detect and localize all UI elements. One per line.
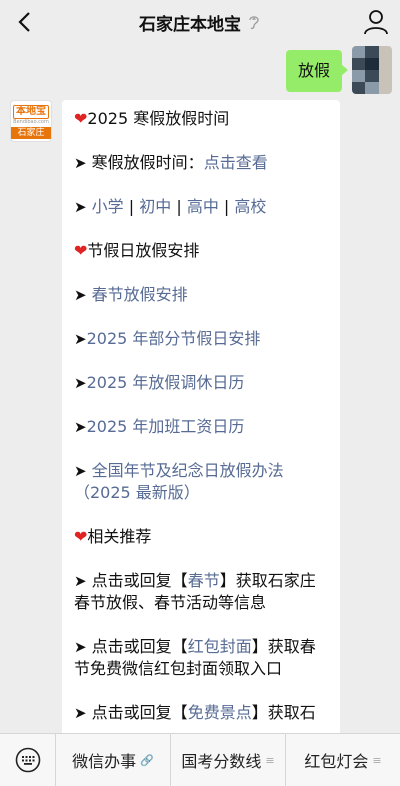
link-holiday-calendar[interactable]: 2025 年放假调休日历 (87, 373, 245, 392)
arrow-icon: ➤ (74, 154, 87, 172)
link-university[interactable]: 高校 (234, 197, 266, 216)
top-navigation-bar: 石家庄本地宝 (0, 0, 400, 44)
avatar-logo-text: 本地宝 (13, 105, 49, 119)
holidays-2025-row: ➤2025 年部分节假日安排 (74, 328, 328, 350)
menu-item-lantern-fair[interactable]: 红包灯会 ≡ (285, 734, 400, 786)
heading-holiday-arrangement: ❤节假日放假安排 (74, 241, 200, 260)
reply-red-packet-row: ➤ 点击或回复【红包封面】获取春 节免费微信红包封面领取入口 (74, 637, 316, 678)
menu-list-icon: ≡ (372, 753, 382, 767)
self-avatar[interactable] (352, 46, 392, 94)
arrow-icon: ➤ (74, 462, 87, 480)
keyboard-icon[interactable] (0, 734, 56, 786)
arrow-icon: ➤ (74, 572, 87, 590)
title-group: 石家庄本地宝 (0, 0, 400, 44)
received-message-bubble: ❤2025 寒假放假时间 ➤ 寒假放假时间：点击查看 ➤ 小学 | 初中 | 高… (62, 100, 340, 740)
menu-item-wechat-service[interactable]: 微信办事 🔗 (56, 734, 170, 786)
link-spring-festival[interactable]: 春节放假安排 (92, 285, 188, 304)
arrow-icon: ➤ (74, 638, 87, 656)
heading-winter-break: ❤2025 寒假放假时间 (74, 109, 230, 128)
link-red-packet-cover[interactable]: 红包封面 (188, 637, 252, 656)
national-rules-row: ➤ 全国年节及纪念日放假办法 （2025 最新版） (74, 460, 328, 504)
link-holidays-2025[interactable]: 2025 年部分节假日安排 (87, 329, 261, 348)
overtime-row: ➤2025 年加班工资日历 (74, 416, 328, 438)
spring-festival-row: ➤ 春节放假安排 (74, 284, 328, 306)
arrow-icon: ➤ (74, 198, 87, 216)
arrow-icon: ➤ (74, 286, 87, 304)
heading-recommendations: ❤相关推荐 (74, 527, 152, 546)
arrow-icon: ➤ (74, 418, 87, 436)
heart-icon: ❤ (74, 527, 88, 546)
arrow-icon: ➤ (74, 704, 87, 722)
link-reply-spring-festival[interactable]: 春节 (188, 571, 220, 590)
arrow-icon: ➤ (74, 374, 87, 392)
avatar-logo-city: 石家庄 (11, 127, 51, 139)
official-account-avatar[interactable]: 本地宝 Bendibao.com 石家庄 (10, 100, 52, 142)
heart-icon: ❤ (74, 241, 88, 260)
link-senior-high[interactable]: 高中 (187, 197, 219, 216)
sent-message-row: 放假 (285, 46, 392, 94)
sent-message-bubble[interactable]: 放假 (285, 50, 349, 92)
school-levels-row: ➤ 小学 | 初中 | 高中 | 高校 (74, 197, 267, 216)
arrow-icon: ➤ (74, 330, 87, 348)
link-national-rules-version[interactable]: （2025 最新版） (74, 483, 200, 502)
ear-icon (249, 16, 259, 30)
reply-spring-festival-row: ➤ 点击或回复【春节】获取石家庄 春节放假、春节活动等信息 (74, 571, 316, 612)
link-icon: 🔗 (140, 753, 154, 767)
user-icon[interactable] (362, 8, 390, 36)
view-link[interactable]: 点击查看 (204, 153, 268, 172)
winter-break-time-row: ➤ 寒假放假时间：点击查看 (74, 153, 268, 172)
link-national-rules[interactable]: 全国年节及纪念日放假办法 (92, 461, 284, 480)
reply-free-attractions-row: ➤ 点击或回复【免费景点】获取石 (74, 703, 316, 722)
link-junior-high[interactable]: 初中 (139, 197, 171, 216)
menu-item-exam-score[interactable]: 国考分数线 ≡ (170, 734, 285, 786)
menu-list-icon: ≡ (265, 753, 275, 767)
avatar-logo-domain: Bendibao.com (13, 119, 49, 125)
bottom-menu-bar: 微信办事 🔗 国考分数线 ≡ 红包灯会 ≡ (0, 733, 400, 786)
calendar-row: ➤2025 年放假调休日历 (74, 372, 328, 394)
link-overtime-calendar[interactable]: 2025 年加班工资日历 (87, 417, 245, 436)
link-free-attractions[interactable]: 免费景点 (188, 703, 252, 722)
heart-icon: ❤ (74, 109, 88, 128)
page-title: 石家庄本地宝 (139, 14, 241, 35)
link-primary-school[interactable]: 小学 (92, 197, 124, 216)
